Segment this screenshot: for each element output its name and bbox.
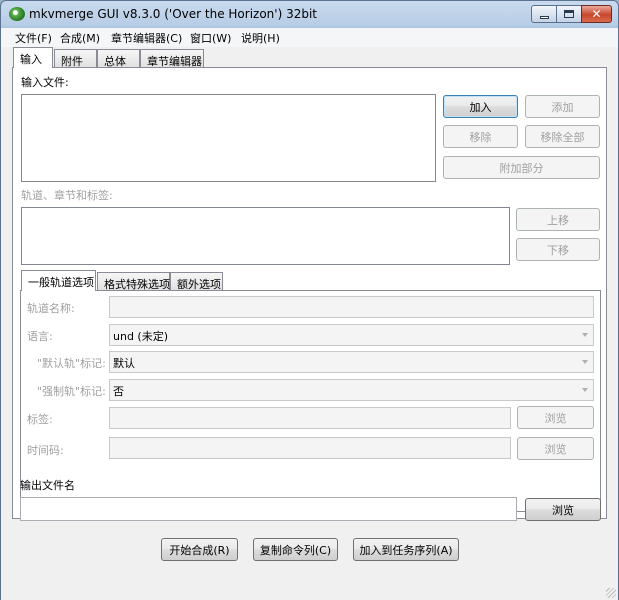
subtab-extra-options[interactable]: 额外选项: [170, 272, 223, 291]
additional-parts-button[interactable]: 附加部分: [443, 156, 600, 179]
tab-global[interactable]: 总体: [97, 49, 140, 68]
menu-window[interactable]: 窗口(W): [190, 30, 231, 46]
resize-grip[interactable]: [606, 588, 616, 598]
menu-file[interactable]: 文件(F): [15, 30, 52, 46]
close-icon: ✕: [591, 7, 602, 21]
minimize-icon: [539, 15, 549, 19]
tags-browse-button[interactable]: 浏览: [517, 406, 594, 429]
track-name-field[interactable]: [109, 296, 594, 318]
client-area: 输入 附件 总体 章节编辑器 输入文件: 加入 添加 移除 移除全部 附加部分 …: [1, 47, 618, 600]
minimize-button[interactable]: [531, 5, 557, 23]
subtab-format-specific-options[interactable]: 格式特殊选项: [97, 272, 170, 291]
timecodes-field[interactable]: [109, 437, 511, 459]
menu-bar: 文件(F) 合成(M) 章节编辑器(C) 窗口(W) 说明(H): [1, 28, 618, 47]
tab-input[interactable]: 输入: [13, 47, 53, 68]
start-muxing-button[interactable]: 开始合成(R): [161, 538, 238, 561]
timecodes-browse-button[interactable]: 浏览: [517, 437, 594, 460]
track-name-label: 轨道名称:: [27, 302, 75, 315]
input-files-list[interactable]: [21, 94, 436, 182]
menu-chapter-editor[interactable]: 章节编辑器(C): [111, 30, 182, 46]
output-filename-label: 输出文件名: [20, 479, 75, 492]
forced-track-flag-select[interactable]: 否: [109, 379, 594, 401]
remove-all-button[interactable]: 移除全部: [525, 125, 600, 148]
tab-chapter-editor[interactable]: 章节编辑器: [140, 49, 204, 68]
language-select[interactable]: und (未定): [109, 324, 594, 346]
copy-command-line-button[interactable]: 复制命令列(C): [253, 538, 338, 561]
add-button[interactable]: 加入: [443, 95, 518, 118]
tags-label: 标签:: [27, 413, 53, 426]
main-window: mkvmerge GUI v8.3.0 ('Over the Horizon')…: [0, 0, 619, 600]
tracks-list[interactable]: [21, 207, 510, 265]
remove-button[interactable]: 移除: [443, 125, 518, 148]
menu-help[interactable]: 说明(H): [241, 30, 280, 46]
maximize-icon: [564, 10, 574, 18]
default-track-flag-label: "默认轨"标记:: [37, 357, 106, 370]
close-button[interactable]: ✕: [581, 5, 612, 23]
title-bar[interactable]: mkvmerge GUI v8.3.0 ('Over the Horizon')…: [1, 1, 618, 27]
window-title: mkvmerge GUI v8.3.0 ('Over the Horizon')…: [29, 7, 317, 21]
input-tab-panel: 输入文件: 加入 添加 移除 移除全部 附加部分 轨道、章节和标签: 上移 下移…: [12, 67, 607, 519]
tracks-label: 轨道、章节和标签:: [21, 189, 113, 202]
timecodes-label: 时间码:: [27, 444, 64, 457]
output-filename-input[interactable]: [20, 497, 517, 521]
output-browse-button[interactable]: 浏览: [525, 498, 601, 521]
add-to-job-queue-button[interactable]: 加入到任务序列(A): [353, 538, 459, 561]
move-down-button[interactable]: 下移: [516, 238, 600, 261]
language-label: 语言:: [27, 330, 53, 343]
app-icon: [9, 7, 25, 21]
append-button[interactable]: 添加: [525, 95, 600, 118]
default-track-flag-select[interactable]: 默认: [109, 351, 594, 373]
subtab-general-track-options[interactable]: 一般轨道选项: [21, 270, 96, 291]
input-files-label: 输入文件:: [21, 76, 69, 89]
tags-field[interactable]: [109, 407, 511, 429]
move-up-button[interactable]: 上移: [516, 208, 600, 231]
track-options-panel: 轨道名称: 语言: und (未定) "默认轨"标记: 默认 "强制轨"标记: …: [20, 290, 601, 512]
menu-mux[interactable]: 合成(M): [60, 30, 100, 46]
maximize-button[interactable]: [556, 5, 582, 23]
forced-track-flag-label: "强制轨"标记:: [37, 385, 106, 398]
tab-attachments[interactable]: 附件: [54, 49, 97, 68]
